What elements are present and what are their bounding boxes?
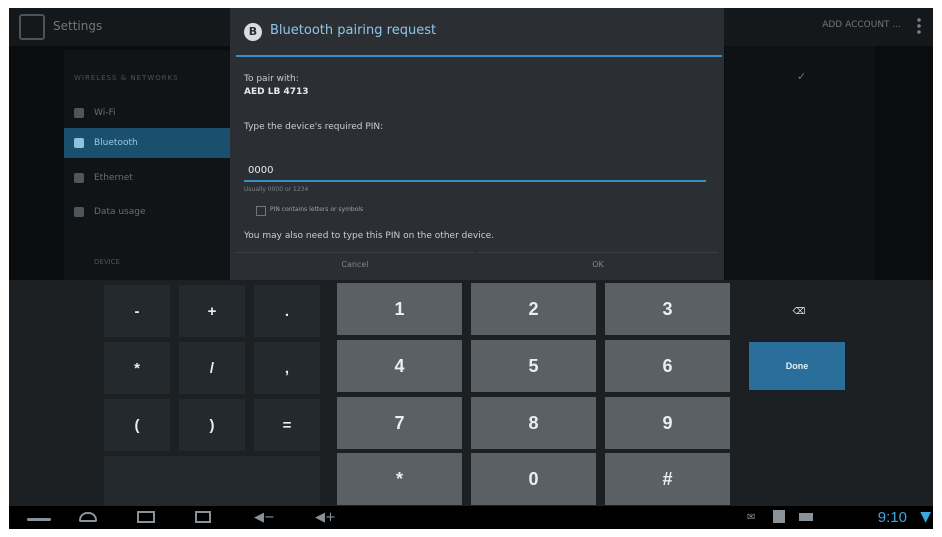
bluetooth-pairing-dialog: B Bluetooth pairing request To pair with…	[230, 8, 724, 280]
bluetooth-detail-panel: ✓	[725, 46, 875, 280]
category-item-bluetooth[interactable]: Bluetooth	[64, 128, 234, 158]
done-button[interactable]: Done	[749, 342, 845, 390]
pin-prompt: Type the device's required PIN:	[244, 122, 384, 132]
pin-letters-checkbox[interactable]	[256, 206, 266, 216]
volume-down-icon[interactable]: ◀−	[254, 511, 275, 524]
category-header: WIRELESS & NETWORKS	[74, 74, 179, 82]
key-minus[interactable]: -	[104, 285, 170, 337]
key-2[interactable]: 2	[471, 283, 596, 335]
settings-app-icon[interactable]	[19, 14, 45, 40]
key-close-paren[interactable]: )	[179, 399, 245, 451]
wifi-signal-icon: ▼	[920, 509, 931, 525]
bluetooth-icon	[74, 138, 84, 148]
other-device-note: You may also need to type this PIN on th…	[244, 231, 495, 241]
app-title: Settings	[53, 19, 103, 33]
settings-category-list: WIRELESS & NETWORKS Wi-Fi Bluetooth Ethe…	[64, 50, 234, 280]
key-8[interactable]: 8	[471, 397, 596, 449]
battery-icon	[799, 513, 813, 521]
data-usage-icon	[74, 207, 84, 217]
key-1[interactable]: 1	[337, 283, 462, 335]
bluetooth-icon: B	[244, 23, 262, 41]
device-name: AED LB 4713	[244, 87, 309, 97]
category-label: Ethernet	[94, 173, 133, 183]
category-item-ethernet[interactable]: Ethernet	[64, 163, 234, 193]
pin-input[interactable]	[244, 160, 706, 182]
backspace-icon[interactable]: ⌫	[766, 285, 832, 337]
category-label: Bluetooth	[94, 138, 138, 148]
key-plus[interactable]: +	[179, 285, 245, 337]
key-equals[interactable]: =	[254, 399, 320, 451]
device-header: DEVICE	[94, 258, 120, 266]
category-label: Data usage	[94, 207, 146, 217]
key-slash[interactable]: /	[179, 342, 245, 394]
sd-card-icon	[773, 510, 785, 523]
dialog-divider	[236, 55, 722, 57]
tablet-screen: Settings ADD ACCOUNT ... WIRELESS & NETW…	[9, 8, 933, 529]
pin-letters-checkbox-label: PIN contains letters or symbols	[270, 206, 364, 213]
pin-hint: Usually 0000 or 1234	[244, 186, 309, 193]
dialog-title: Bluetooth pairing request	[270, 23, 437, 38]
notification-icon[interactable]: ✉	[747, 511, 755, 524]
key-7[interactable]: 7	[337, 397, 462, 449]
dialog-title-bar: B Bluetooth pairing request	[230, 8, 724, 56]
category-item-wifi[interactable]: Wi-Fi	[64, 98, 234, 128]
key-comma[interactable]: ,	[254, 342, 320, 394]
wifi-icon	[74, 108, 84, 118]
category-label: Wi-Fi	[94, 108, 116, 118]
home-icon[interactable]	[79, 512, 97, 522]
recent-apps-icon[interactable]	[137, 511, 155, 523]
key-hash[interactable]: #	[605, 453, 730, 505]
key-6[interactable]: 6	[605, 340, 730, 392]
key-5[interactable]: 5	[471, 340, 596, 392]
cancel-button[interactable]: Cancel	[236, 252, 474, 281]
ethernet-icon	[74, 173, 84, 183]
add-account-link[interactable]: ADD ACCOUNT ...	[822, 20, 901, 30]
status-clock[interactable]: 9:10	[878, 509, 907, 526]
numeric-keyboard: - + . 1 2 3 ⌫ * / , 4 5 6 Done ( ) = 7 8…	[9, 280, 933, 508]
category-item-data-usage[interactable]: Data usage	[64, 197, 234, 227]
system-navigation-bar: ◀− ◀+ ✉ 9:10 ▼	[9, 506, 933, 529]
key-0[interactable]: 0	[471, 453, 596, 505]
volume-up-icon[interactable]: ◀+	[315, 511, 336, 524]
key-period[interactable]: .	[254, 285, 320, 337]
key-asterisk[interactable]: *	[104, 342, 170, 394]
ok-button[interactable]: OK	[478, 252, 718, 281]
key-9[interactable]: 9	[605, 397, 730, 449]
key-3[interactable]: 3	[605, 283, 730, 335]
overflow-menu-icon[interactable]	[917, 17, 921, 35]
key-4[interactable]: 4	[337, 340, 462, 392]
key-star[interactable]: *	[337, 453, 462, 505]
screenshot-icon[interactable]	[195, 511, 211, 523]
key-space[interactable]	[104, 456, 320, 508]
back-icon[interactable]	[27, 518, 51, 521]
pair-label: To pair with:	[244, 74, 299, 84]
key-open-paren[interactable]: (	[104, 399, 170, 451]
check-icon: ✓	[797, 70, 807, 83]
